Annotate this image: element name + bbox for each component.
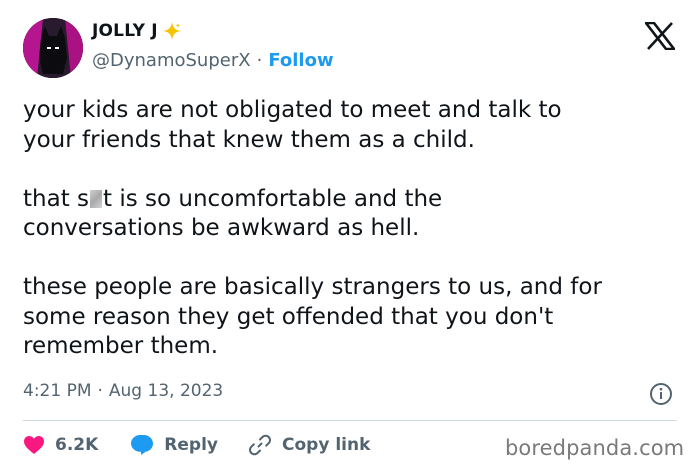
tweet-time: 4:21 PM xyxy=(23,381,92,401)
reply-button[interactable]: Reply xyxy=(130,434,218,456)
tweet-paragraph-2-start: that s xyxy=(23,185,90,212)
timestamp-separator: · xyxy=(97,381,103,401)
info-icon[interactable] xyxy=(649,382,673,406)
author-name-row: JOLLY J xyxy=(92,21,182,41)
like-count: 6.2K xyxy=(55,435,99,455)
divider xyxy=(23,420,677,421)
avatar-image xyxy=(23,18,83,78)
heart-icon xyxy=(24,436,44,454)
reply-bubble-icon xyxy=(131,435,154,455)
watermark: boredpanda.com xyxy=(505,436,685,460)
copy-link-button[interactable]: Copy link xyxy=(248,433,370,457)
author-display-name[interactable]: JOLLY J xyxy=(92,21,158,41)
x-logo-icon[interactable] xyxy=(645,22,675,50)
handle-separator: · xyxy=(256,50,263,71)
sparkle-icon xyxy=(162,22,181,40)
like-button[interactable]: 6.2K xyxy=(23,435,98,455)
tweet-paragraph-3: these people are basically strangers to … xyxy=(23,274,602,359)
censor-blur xyxy=(90,189,103,208)
copy-link-label: Copy link xyxy=(282,435,371,455)
link-icon xyxy=(249,434,271,456)
author-handle[interactable]: @DynamoSuperX xyxy=(92,50,251,71)
tweet-timestamp[interactable]: 4:21 PM · Aug 13, 2023 xyxy=(23,381,223,401)
reply-label: Reply xyxy=(164,435,218,455)
tweet-paragraph-1: your kids are not obligated to meet and … xyxy=(23,97,562,153)
tweet-date: Aug 13, 2023 xyxy=(108,381,224,401)
action-bar: 6.2K Reply Copy link xyxy=(23,433,370,457)
avatar[interactable] xyxy=(23,18,83,78)
author-handle-row: @DynamoSuperX · Follow xyxy=(92,50,334,71)
tweet-text: your kids are not obligated to meet and … xyxy=(23,96,673,362)
follow-button[interactable]: Follow xyxy=(268,50,333,71)
